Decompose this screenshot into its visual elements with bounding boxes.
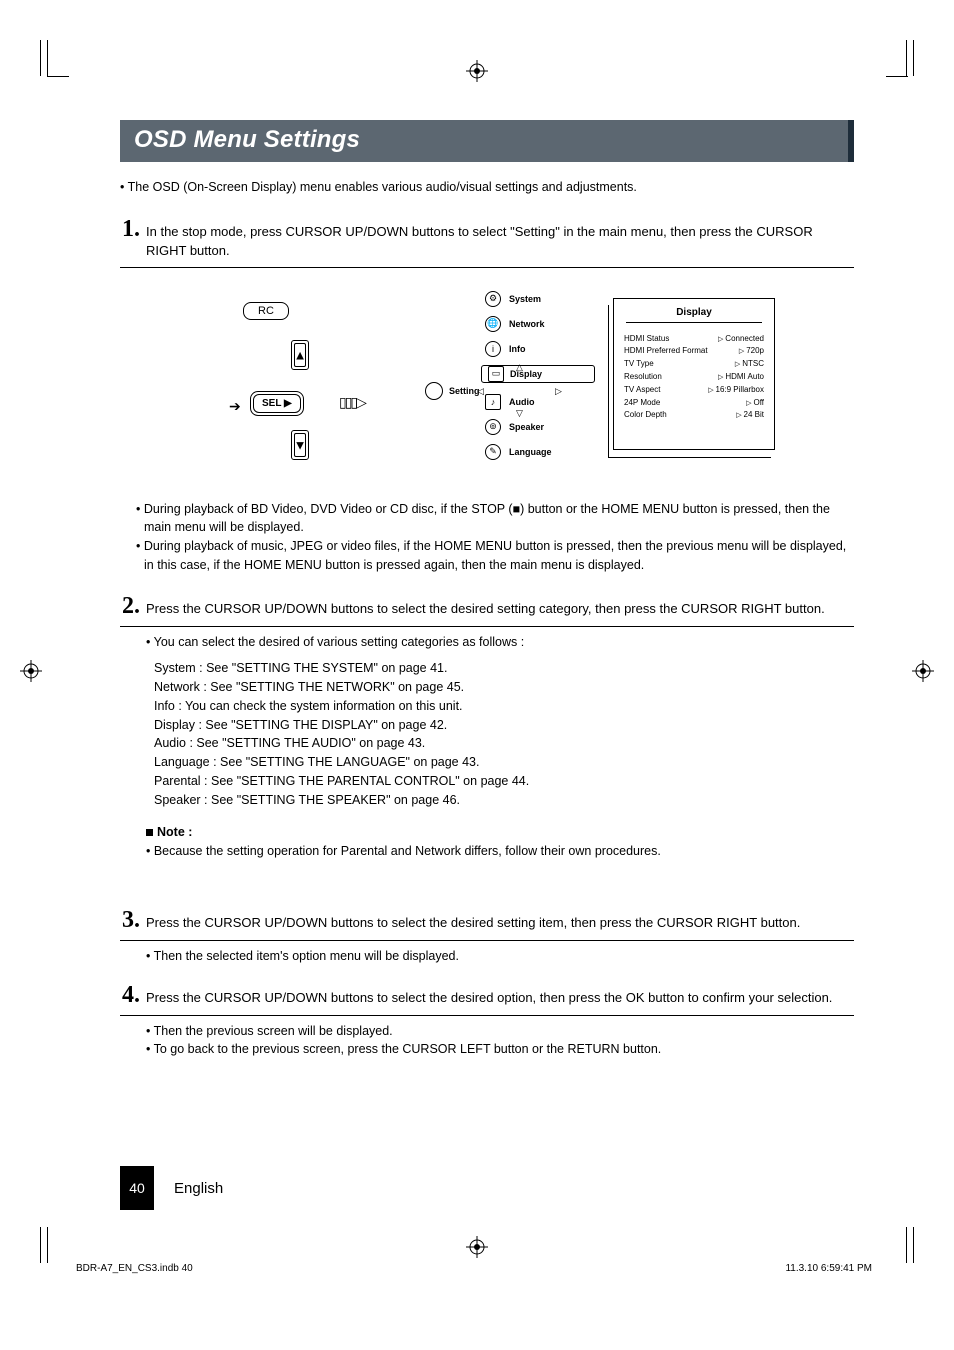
- menu-display: Display: [510, 369, 542, 379]
- panel-val: Connected: [718, 333, 764, 346]
- registration-mark-icon: [912, 660, 934, 682]
- osd-menu-column: ⚙ System 🌐 Network i Info ▭ Display ♪ Audio ⊚…: [485, 290, 595, 468]
- ref-audio: Audio : See "SETTING THE AUDIO" on page …: [154, 734, 854, 753]
- audio-icon: ♪: [485, 394, 501, 410]
- step4-sub-a: • Then the previous screen will be displ…: [146, 1022, 854, 1041]
- ref-network: Network : See "SETTING THE NETWORK" on p…: [154, 678, 854, 697]
- lcd-icon: ▯▯▯▷: [339, 394, 365, 411]
- ref-system: System : See "SETTING THE SYSTEM" on pag…: [154, 659, 854, 678]
- menu-system: System: [509, 294, 541, 304]
- menu-speaker: Speaker: [509, 422, 544, 432]
- crop-mark: [40, 1227, 48, 1266]
- crop-mark: [886, 40, 914, 79]
- step-3: 3. Press the CURSOR UP/DOWN buttons to s…: [120, 907, 854, 966]
- step-text: Press the CURSOR UP/DOWN buttons to sele…: [146, 989, 832, 1008]
- note-label: Note :: [146, 823, 854, 842]
- step-text: Press the CURSOR UP/DOWN buttons to sele…: [146, 600, 825, 619]
- menu-audio: Audio: [509, 397, 535, 407]
- note-text: • Because the setting operation for Pare…: [146, 842, 854, 861]
- step-number: 3.: [122, 907, 140, 934]
- step-number: 1.: [122, 216, 140, 243]
- note-a: • During playback of BD Video, DVD Video…: [124, 500, 854, 538]
- post-figure-notes: • During playback of BD Video, DVD Video…: [120, 500, 854, 575]
- registration-mark-icon: [20, 660, 42, 682]
- panel-val: HDMI Auto: [718, 371, 764, 384]
- menu-network: Network: [509, 319, 545, 329]
- step-4: 4. Press the CURSOR UP/DOWN buttons to s…: [120, 982, 854, 1060]
- ref-parental: Parental : See "SETTING THE PARENTAL CON…: [154, 772, 854, 791]
- print-meta: BDR-A7_EN_CS3.indb 40 11.3.10 6:59:41 PM: [76, 1263, 872, 1274]
- panel-key: 24P Mode: [624, 397, 660, 410]
- step3-sub: • Then the selected item's option menu w…: [146, 947, 854, 966]
- panel-key: TV Type: [624, 358, 654, 371]
- menu-language: Language: [509, 447, 552, 457]
- panel-key: HDMI Preferred Format: [624, 345, 708, 358]
- ref-speaker: Speaker : See "SETTING THE SPEAKER" on p…: [154, 791, 854, 810]
- panel-key: Resolution: [624, 371, 662, 384]
- registration-mark-icon: [466, 1236, 488, 1258]
- display-icon: ▭: [488, 366, 504, 382]
- ref-display: Display : See "SETTING THE DISPLAY" on p…: [154, 716, 854, 735]
- triangle-left-icon: ◁: [477, 386, 484, 397]
- instruction-figure: RC ▲ ▼ ➔ SEL ▶ ▯▯▯▷ Setting ◁ ▷ △ ▽ ⚙Sys…: [120, 286, 854, 486]
- step-number: 4.: [122, 982, 140, 1009]
- language-icon: ✎: [485, 444, 501, 460]
- menu-info: Info: [509, 344, 526, 354]
- section-title: OSD Menu Settings: [134, 126, 360, 153]
- network-icon: 🌐: [485, 316, 501, 332]
- speaker-icon: ⊚: [485, 419, 501, 435]
- source-file: BDR-A7_EN_CS3.indb 40: [76, 1263, 193, 1274]
- panel-title: Display: [626, 307, 762, 323]
- panel-val: 24 Bit: [736, 409, 764, 422]
- cursor-down-button-icon: ▼: [291, 430, 309, 460]
- panel-key: HDMI Status: [624, 333, 669, 346]
- ref-language: Language : See "SETTING THE LANGUAGE" on…: [154, 753, 854, 772]
- panel-key: TV Aspect: [624, 384, 660, 397]
- step-number: 2.: [122, 593, 140, 620]
- panel-val: Off: [746, 397, 764, 410]
- info-icon: i: [485, 341, 501, 357]
- page-footer: 40 English: [120, 1166, 223, 1210]
- square-bullet-icon: [146, 829, 153, 836]
- note-b: • During playback of music, JPEG or vide…: [124, 537, 854, 575]
- step-text: In the stop mode, press CURSOR UP/DOWN b…: [146, 223, 854, 261]
- intro-bullet: • The OSD (On-Screen Display) menu enabl…: [120, 180, 854, 194]
- ref-info: Info : You can check the system informat…: [154, 697, 854, 716]
- sel-button-icon: SEL ▶: [253, 394, 301, 413]
- step-1: 1. In the stop mode, press CURSOR UP/DOW…: [120, 216, 854, 268]
- rc-label: RC: [243, 302, 289, 320]
- panel-val: NTSC: [735, 358, 764, 371]
- setting-root-icon: Setting: [425, 382, 480, 400]
- print-timestamp: 11.3.10 6:59:41 PM: [785, 1263, 872, 1274]
- panel-val: 720p: [739, 345, 764, 358]
- step4-sub-b: • To go back to the previous screen, pre…: [146, 1040, 854, 1059]
- section-title-bar: OSD Menu Settings: [120, 120, 854, 162]
- page-number: 40: [120, 1166, 154, 1210]
- crop-mark: [906, 1227, 914, 1266]
- registration-mark-icon: [466, 60, 488, 82]
- step2-sub: • You can select the desired of various …: [146, 633, 854, 652]
- panel-val: 16:9 Pillarbox: [708, 384, 764, 397]
- panel-key: Color Depth: [624, 409, 667, 422]
- display-settings-panel: Display HDMI Status Connected HDMI Prefer…: [613, 298, 775, 450]
- crop-mark: [40, 40, 69, 79]
- cursor-up-button-icon: ▲: [291, 340, 309, 370]
- arrow-right-icon: ➔: [229, 398, 241, 415]
- language-label: English: [174, 1180, 223, 1197]
- step-2: 2. Press the CURSOR UP/DOWN buttons to s…: [120, 593, 854, 861]
- system-icon: ⚙: [485, 291, 501, 307]
- step-text: Press the CURSOR UP/DOWN buttons to sele…: [146, 914, 800, 933]
